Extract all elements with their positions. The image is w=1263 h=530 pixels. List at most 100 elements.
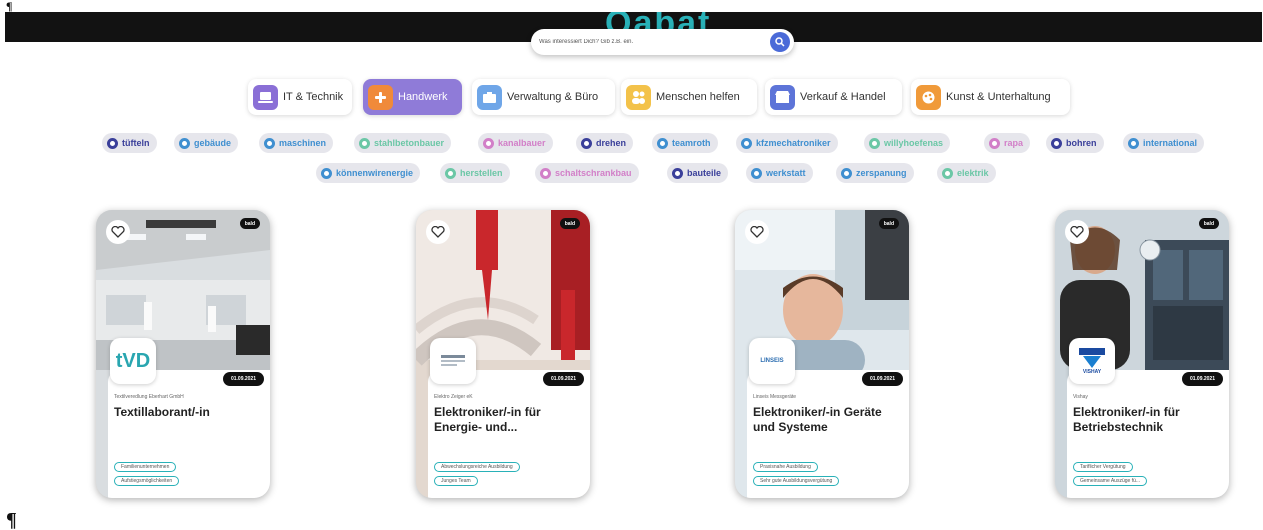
shop-icon [770, 84, 795, 110]
people-icon [626, 84, 651, 110]
tag-chip[interactable]: zerspanung [836, 163, 914, 183]
tag-chip[interactable]: bohren [1046, 133, 1104, 153]
tag-chip[interactable]: drehen [576, 133, 634, 153]
tag-dot-icon [942, 167, 953, 179]
tag-chip[interactable]: könnenwirenergie [316, 163, 421, 183]
tag-label: international [1143, 138, 1198, 148]
company-logo-text: VISHAY [1082, 369, 1102, 375]
search-button[interactable] [770, 32, 790, 52]
tag-chip[interactable]: schaltschrankbau [535, 163, 639, 183]
card-info: Textilveredlung Eberhart GmbH Textillabo… [108, 370, 270, 498]
category-verwaltung-buero[interactable]: Verwaltung & Büro [472, 79, 615, 115]
tag-label: stahlbetonbauer [374, 138, 445, 148]
benefit-pill: Sehr gute Ausbildungsvergütung [753, 476, 840, 486]
tag-label: elektrik [957, 168, 989, 178]
tag-dot-icon [581, 137, 592, 149]
category-kunst-unterhaltung[interactable]: Kunst & Unterhaltung [911, 79, 1070, 115]
tag-label: bohren [1066, 138, 1097, 148]
job-title: Textillaborant/-in [114, 405, 210, 419]
job-card[interactable]: bald Textilveredlung Eberhart GmbH Texti… [96, 210, 270, 498]
tag-chip[interactable]: werkstatt [746, 163, 813, 183]
company-logo: VISHAY [1069, 338, 1115, 384]
tools-icon [368, 84, 393, 110]
tag-dot-icon [321, 167, 332, 179]
tag-dot-icon [359, 137, 370, 149]
company-logo-mark [441, 355, 465, 366]
laptop-icon [253, 84, 278, 110]
tag-dot-icon [107, 137, 118, 149]
tag-chip[interactable]: gebäude [174, 133, 239, 153]
tag-chip[interactable]: international [1123, 133, 1205, 153]
category-it-technik[interactable]: IT & Technik [248, 79, 352, 115]
office-icon [477, 84, 502, 110]
tag-chip[interactable]: stahlbetonbauer [354, 133, 452, 153]
tag-chip[interactable]: willyhoefenas [864, 133, 951, 153]
tag-chip[interactable]: herstellen [440, 163, 510, 183]
category-label: IT & Technik [283, 91, 344, 103]
job-card[interactable]: bald Vishay Elektroniker/-in für Betrieb… [1055, 210, 1229, 498]
category-label: Verwaltung & Büro [507, 91, 599, 103]
favorite-button[interactable] [106, 220, 130, 244]
company-name: Linseis Messgeräte [753, 394, 797, 400]
category-handwerk[interactable]: Handwerk [363, 79, 462, 115]
tag-chip[interactable]: tüfteln [102, 133, 157, 153]
category-label: Menschen helfen [656, 91, 740, 103]
tag-dot-icon [751, 167, 762, 179]
benefit-list: Praxisnahe Ausbildung Sehr gute Ausbildu… [753, 458, 903, 486]
tag-label: willyhoefenas [884, 138, 944, 148]
favorite-button[interactable] [745, 220, 769, 244]
category-label: Handwerk [398, 91, 448, 103]
tag-label: kfzmechatroniker [756, 138, 831, 148]
tag-chip[interactable]: bauteile [667, 163, 729, 183]
job-title: Elektroniker/-in Geräte und Systeme [753, 405, 882, 434]
tag-label: gebäude [194, 138, 232, 148]
favorite-button[interactable] [426, 220, 450, 244]
pilcrow-mark: ¶ [6, 509, 17, 530]
start-date: 01.09.2021 [222, 372, 264, 386]
company-name: Vishay [1073, 394, 1088, 400]
status-badge: bald [878, 218, 899, 229]
benefit-list: Tariflicher Vergütung Gemeinsame Auszüge… [1073, 458, 1223, 486]
tag-dot-icon [264, 137, 275, 149]
company-logo-text: LINSEIS [760, 358, 784, 364]
category-verkauf-handel[interactable]: Verkauf & Handel [765, 79, 902, 115]
company-logo: tVD [110, 338, 156, 384]
search-input[interactable] [539, 34, 764, 50]
card-info: Linseis Messgeräte Elektroniker/-in Gerä… [747, 370, 909, 498]
status-badge: bald [239, 218, 260, 229]
category-label: Kunst & Unterhaltung [946, 91, 1051, 103]
start-date: 01.09.2021 [542, 372, 584, 386]
art-icon [916, 84, 941, 110]
status-badge: bald [1198, 218, 1219, 229]
heart-icon [750, 226, 764, 238]
tag-chip[interactable]: rapa [984, 133, 1031, 153]
tag-dot-icon [672, 167, 683, 179]
tag-label: maschinen [279, 138, 327, 148]
tag-chip[interactable]: kfzmechatroniker [736, 133, 838, 153]
category-menschen-helfen[interactable]: Menschen helfen [621, 79, 757, 115]
company-logo-mark [1079, 348, 1105, 368]
tag-label: könnenwirenergie [336, 168, 414, 178]
job-card[interactable]: bald Linseis Messgeräte Elektroniker/-in… [735, 210, 909, 498]
tag-label: bauteile [687, 168, 722, 178]
benefit-pill: Tariflicher Vergütung [1073, 462, 1133, 472]
company-logo-text: tVD [115, 349, 151, 372]
tag-chip[interactable]: maschinen [259, 133, 334, 153]
tag-label: zerspanung [856, 168, 907, 178]
card-info: Elektro Zeiger eK Elektroniker/-in für E… [428, 370, 590, 498]
job-title: Elektroniker/-in für Betriebstechnik [1073, 405, 1180, 434]
tag-label: rapa [1004, 138, 1024, 148]
tag-label: drehen [596, 138, 627, 148]
tag-label: tüfteln [122, 138, 150, 148]
benefit-pill: Aufstiegsmöglichkeiten [114, 476, 180, 486]
company-name: Elektro Zeiger eK [434, 394, 473, 400]
tag-chip[interactable]: kanalbauer [478, 133, 553, 153]
job-card[interactable]: bald Elektro Zeiger eK Elektroniker/-in … [416, 210, 590, 498]
pilcrow-mark: ¶ [6, 0, 13, 13]
tag-dot-icon [445, 167, 456, 179]
tag-chip[interactable]: elektrik [937, 163, 996, 183]
benefit-list: Abwechslungsreiche Ausbildung Junges Tea… [434, 458, 584, 486]
tag-chip[interactable]: teamroth [652, 133, 718, 153]
tag-label: werkstatt [766, 168, 806, 178]
favorite-button[interactable] [1065, 220, 1089, 244]
